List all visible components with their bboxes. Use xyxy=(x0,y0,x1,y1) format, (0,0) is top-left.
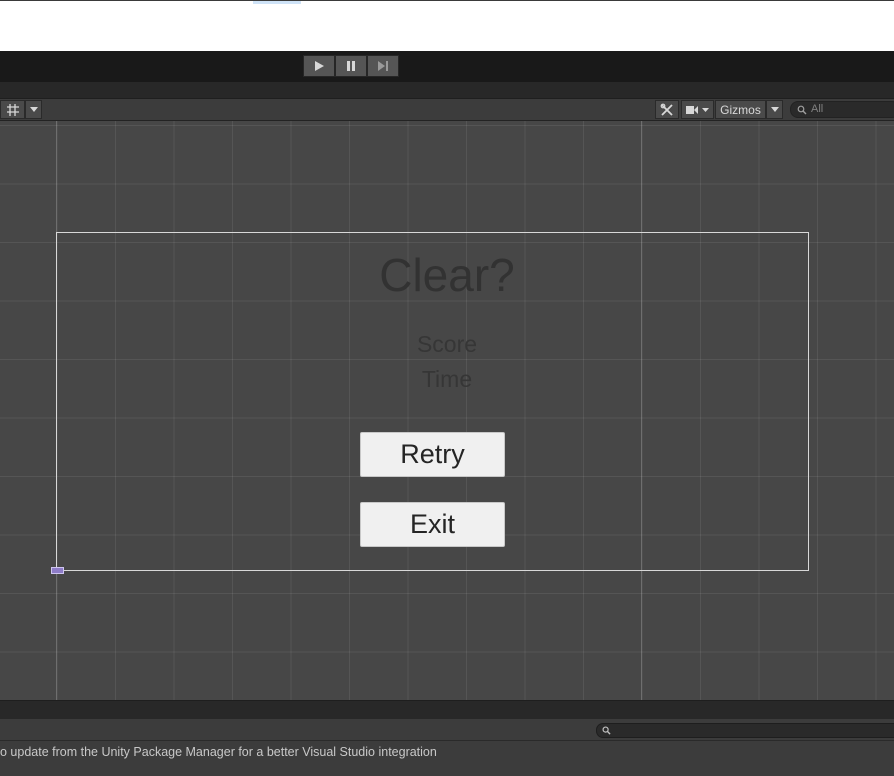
active-tab-highlight xyxy=(253,1,301,4)
search-icon xyxy=(797,105,807,115)
grid-snap-icon xyxy=(6,103,19,116)
console-toolbar xyxy=(0,719,894,741)
grid-snap-dropdown[interactable] xyxy=(25,100,42,119)
play-icon xyxy=(315,61,324,71)
tools-button[interactable] xyxy=(655,100,679,119)
console-message: o update from the Unity Package Manager … xyxy=(0,745,437,759)
clear-title: Clear? xyxy=(379,249,515,301)
retry-label: Retry xyxy=(400,439,465,469)
canvas-pivot-handle[interactable] xyxy=(51,567,64,574)
console-message-area[interactable]: o update from the Unity Package Manager … xyxy=(0,742,894,776)
scene-toolbar: Gizmos All xyxy=(0,99,894,121)
top-menubar xyxy=(0,0,894,51)
pause-button[interactable] xyxy=(335,55,367,77)
score-label: Score xyxy=(416,331,478,357)
time-label: Time xyxy=(421,366,473,392)
camera-icon xyxy=(685,105,709,114)
tools-icon xyxy=(660,103,673,116)
step-button[interactable] xyxy=(367,55,399,77)
dropdown-arrow-icon xyxy=(770,106,779,112)
step-icon xyxy=(378,61,388,71)
pause-icon xyxy=(347,61,355,71)
scene-view[interactable]: Clear? Score Time Retry Exit xyxy=(0,121,894,700)
scene-search-input[interactable]: All xyxy=(790,101,894,118)
exit-label: Exit xyxy=(409,509,455,539)
gizmos-dropdown[interactable] xyxy=(766,100,783,119)
panel-separator xyxy=(0,700,894,719)
grid-snap-button[interactable] xyxy=(0,100,25,119)
gizmos-button[interactable]: Gizmos xyxy=(715,100,766,119)
gizmos-label: Gizmos xyxy=(720,102,761,117)
scene-search-placeholder: All xyxy=(811,103,824,115)
retry-button[interactable]: Retry xyxy=(360,432,505,477)
exit-button[interactable]: Exit xyxy=(360,502,505,547)
camera-button[interactable] xyxy=(681,100,714,119)
dropdown-arrow-icon xyxy=(29,106,38,112)
console-search-input[interactable] xyxy=(596,723,894,738)
search-icon xyxy=(602,726,611,735)
play-button[interactable] xyxy=(303,55,335,77)
play-toolbar xyxy=(0,51,894,82)
tab-strip xyxy=(0,82,894,99)
